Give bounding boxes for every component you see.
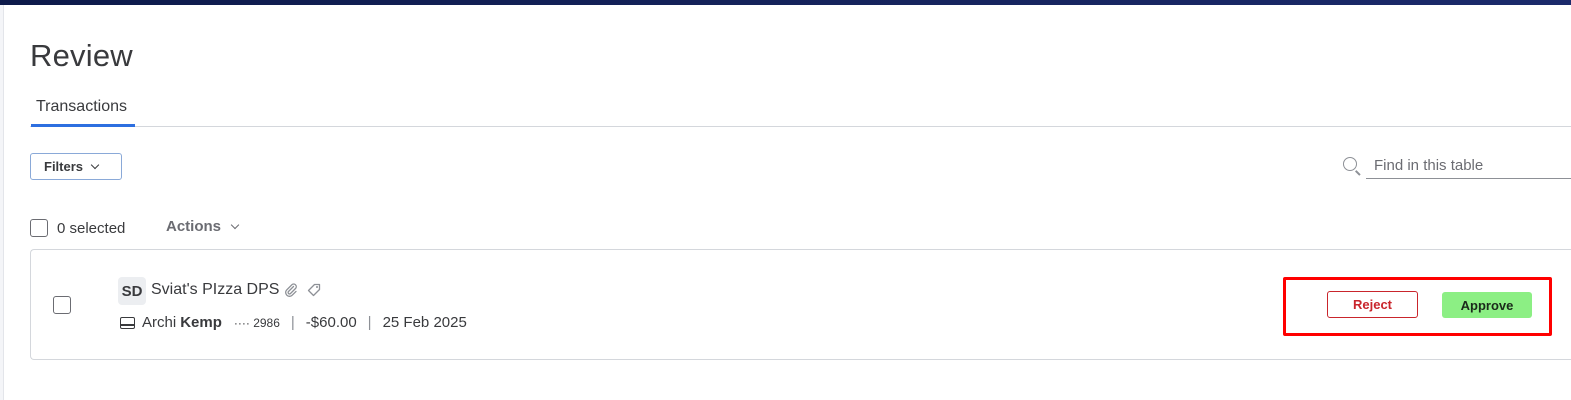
selected-count: 0 selected <box>57 220 126 237</box>
payer-first-name: Archi <box>142 314 177 331</box>
attachment-icon[interactable] <box>284 283 298 297</box>
divider: | <box>290 314 295 331</box>
divider: | <box>367 314 372 331</box>
tab-transactions[interactable]: Transactions <box>31 92 135 127</box>
chevron-down-icon <box>90 160 100 169</box>
transaction-amount: -$60.00 <box>305 314 357 331</box>
payer-last-name: Kemp <box>180 314 222 331</box>
top-nav-bar <box>0 0 1571 5</box>
select-all-checkbox[interactable] <box>30 219 48 237</box>
card-icon <box>120 316 135 329</box>
search-box <box>1340 152 1571 180</box>
row-checkbox[interactable] <box>53 296 71 314</box>
merchant-name: Sviat's PIzza DPS <box>151 281 280 298</box>
reject-button[interactable]: Reject <box>1327 291 1418 318</box>
transaction-details: Archi Kemp ···· 2986 | -$60.00 | 25 Feb … <box>120 314 467 331</box>
search-icon <box>1343 157 1357 171</box>
approve-button[interactable]: Approve <box>1442 292 1532 318</box>
chevron-down-icon <box>230 220 240 229</box>
tag-icon[interactable] <box>307 283 321 297</box>
tab-bar: Transactions <box>30 92 1571 127</box>
merchant-avatar: SD <box>118 277 146 305</box>
card-last4: ···· 2986 <box>233 315 280 330</box>
actions-label: Actions <box>166 218 222 235</box>
transaction-date: 25 Feb 2025 <box>382 314 467 331</box>
search-input[interactable] <box>1366 152 1571 179</box>
filters-button[interactable]: Filters <box>30 153 122 180</box>
actions-dropdown[interactable]: Actions <box>166 218 240 235</box>
page-title: Review <box>30 38 133 73</box>
left-rail <box>0 5 4 400</box>
filters-button-label: Filters <box>44 159 84 174</box>
